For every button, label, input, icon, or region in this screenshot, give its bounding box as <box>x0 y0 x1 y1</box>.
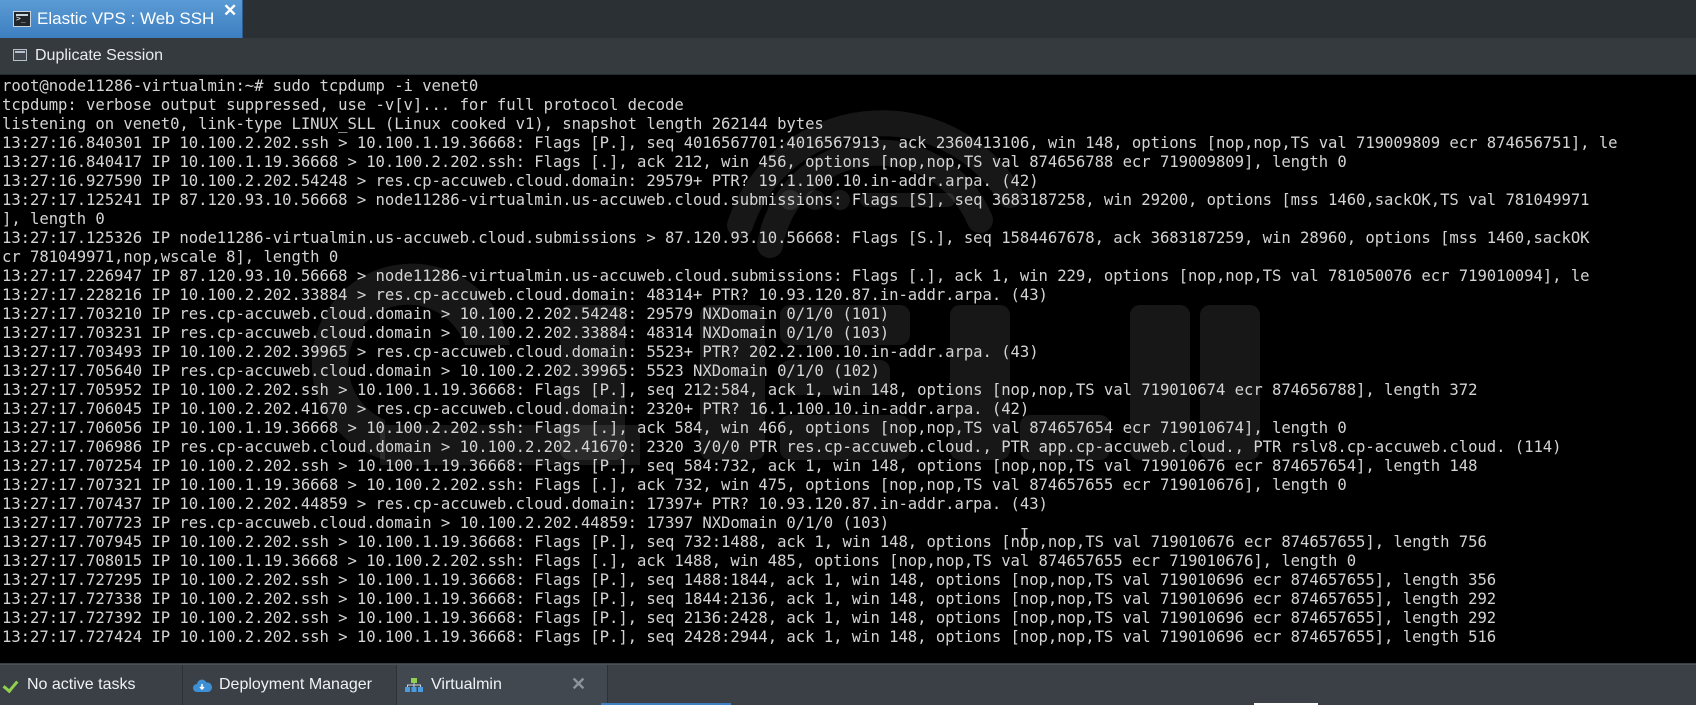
terminal-line: 13:27:17.706045 IP 10.100.2.202.41670 > … <box>2 400 1030 418</box>
terminal-line: root@node11286-virtualmin:~# sudo tcpdum… <box>2 77 479 95</box>
terminal-line: 13:27:17.707437 IP 10.100.2.202.44859 > … <box>2 495 1048 513</box>
terminal-line: 13:27:17.727338 IP 10.100.2.202.ssh > 10… <box>2 590 1497 608</box>
terminal-line: listening on venet0, link-type LINUX_SLL… <box>2 115 824 133</box>
task-bar: No active tasks Deployment Manager Virtu… <box>0 664 1696 705</box>
task-label: No active tasks <box>27 676 136 693</box>
terminal-line: 13:27:17.703231 IP res.cp-accuweb.cloud.… <box>2 324 890 342</box>
task-no-active-tasks[interactable]: No active tasks <box>0 665 183 705</box>
task-virtualmin[interactable]: Virtualmin ✕ <box>397 665 608 705</box>
check-icon <box>2 676 19 694</box>
terminal-line: 13:27:17.708015 IP 10.100.1.19.36668 > 1… <box>2 552 1357 570</box>
terminal-line: 13:27:16.927590 IP 10.100.2.202.54248 > … <box>2 172 1039 190</box>
terminal-line: 13:27:17.727295 IP 10.100.2.202.ssh > 10… <box>2 571 1497 589</box>
terminal-line: ], length 0 <box>2 210 105 228</box>
terminal-line: 13:27:17.125326 IP node11286-virtualmin.… <box>2 229 1590 247</box>
close-tab-button[interactable]: ✕ <box>223 2 237 20</box>
terminal-window[interactable]: root@node11286-virtualmin:~# sudo tcpdum… <box>0 75 1696 663</box>
terminal-line: 13:27:17.705952 IP 10.100.2.202.ssh > 10… <box>2 381 1478 399</box>
cloud-icon <box>193 679 212 692</box>
text-cursor-icon: I <box>1020 525 1030 543</box>
terminal-line: 13:27:17.125241 IP 87.120.93.10.56668 > … <box>2 191 1590 209</box>
terminal-line: 13:27:17.707321 IP 10.100.1.19.36668 > 1… <box>2 476 1347 494</box>
toolbar: Duplicate Session <box>0 38 1696 75</box>
terminal-line: 13:27:17.727392 IP 10.100.2.202.ssh > 10… <box>2 609 1497 627</box>
terminal-line: 13:27:16.840417 IP 10.100.1.19.36668 > 1… <box>2 153 1347 171</box>
close-task-button[interactable]: ✕ <box>571 674 586 695</box>
tab-web-ssh[interactable]: Elastic VPS : Web SSH ✕ <box>0 0 243 38</box>
tab-title: Elastic VPS : Web SSH <box>37 9 215 28</box>
window-icon <box>13 49 27 61</box>
terminal-line: 13:27:17.707723 IP res.cp-accuweb.cloud.… <box>2 514 890 532</box>
task-deployment-manager[interactable]: Deployment Manager <box>183 665 397 705</box>
terminal-line: 13:27:17.706986 IP res.cp-accuweb.cloud.… <box>2 438 1562 456</box>
terminal-line: 13:27:17.703210 IP res.cp-accuweb.cloud.… <box>2 305 890 323</box>
terminal-icon <box>13 11 31 27</box>
terminal-line: 13:27:17.706056 IP 10.100.1.19.36668 > 1… <box>2 419 1347 437</box>
duplicate-session-label: Duplicate Session <box>35 47 164 64</box>
server-nodes-icon <box>405 678 423 692</box>
terminal-line: 13:27:17.707945 IP 10.100.2.202.ssh > 10… <box>2 533 1487 551</box>
terminal-line: 13:27:17.226947 IP 87.120.93.10.56668 > … <box>2 267 1590 285</box>
terminal-output: root@node11286-virtualmin:~# sudo tcpdum… <box>2 77 1618 647</box>
terminal-line: 13:27:16.840301 IP 10.100.2.202.ssh > 10… <box>2 134 1618 152</box>
terminal-line: 13:27:17.705640 IP res.cp-accuweb.cloud.… <box>2 362 880 380</box>
terminal-line: 13:27:17.727424 IP 10.100.2.202.ssh > 10… <box>2 628 1497 646</box>
terminal-line: 13:27:17.703493 IP 10.100.2.202.39965 > … <box>2 343 1039 361</box>
terminal-line: 13:27:17.707254 IP 10.100.2.202.ssh > 10… <box>2 457 1478 475</box>
terminal-line: tcpdump: verbose output suppressed, use … <box>2 96 684 114</box>
task-label: Deployment Manager <box>219 676 372 693</box>
terminal-line: cr 781049971,nop,wscale 8], length 0 <box>2 248 339 266</box>
window-tab-bar: Elastic VPS : Web SSH ✕ <box>0 0 1696 39</box>
task-label: Virtualmin <box>431 676 502 693</box>
terminal-line: 13:27:17.228216 IP 10.100.2.202.33884 > … <box>2 286 1048 304</box>
